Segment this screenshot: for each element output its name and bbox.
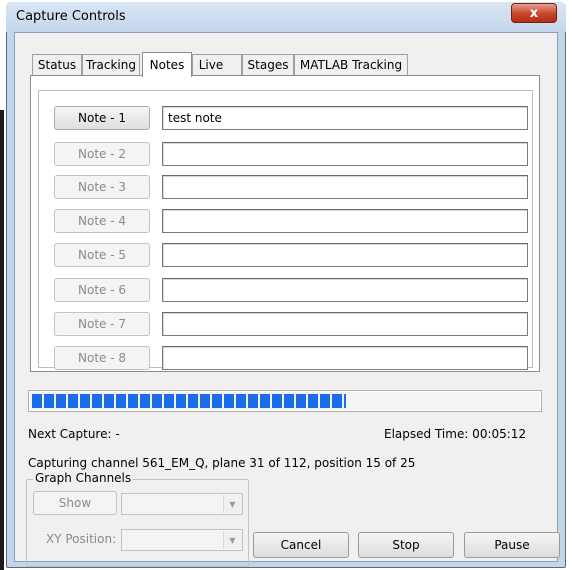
note-1-field[interactable] [162,106,528,130]
note-4-field[interactable] [162,209,528,233]
channel-select[interactable]: ▼ [121,493,243,515]
note-5-button[interactable]: Note - 5 [54,243,150,267]
window-title: Capture Controls [16,9,126,24]
tab-live[interactable]: Live [192,54,242,75]
background-window-edge [0,110,4,570]
pause-button[interactable]: Pause [464,532,560,558]
dropdown-arrow-icon: ▼ [223,495,241,513]
graph-channels-legend: Graph Channels [33,471,134,485]
close-button[interactable]: x [511,3,557,23]
dropdown-arrow-icon: ▼ [223,531,241,549]
elapsed-time-label: Elapsed Time: 00:05:12 [384,427,527,441]
note-6-button[interactable]: Note - 6 [54,278,150,302]
note-7-field[interactable] [162,312,528,336]
close-icon: x [529,5,539,21]
note-2-button[interactable]: Note - 2 [54,142,150,166]
tab-status[interactable]: Status [32,54,82,75]
note-6-field[interactable] [162,278,528,302]
tab-stages[interactable]: Stages [242,54,294,75]
xy-position-label: XY Position: [46,532,117,546]
note-4-button[interactable]: Note - 4 [54,209,150,233]
show-button[interactable]: Show [33,491,117,515]
next-capture-label: Next Capture: - [28,427,120,441]
note-8-button[interactable]: Note - 8 [54,346,150,370]
note-1-button[interactable]: Note - 1 [54,106,150,130]
tab-matlab-tracking[interactable]: MATLAB Tracking [294,54,408,75]
stop-button[interactable]: Stop [358,532,454,558]
progress-fill [32,394,346,408]
note-7-button[interactable]: Note - 7 [54,312,150,336]
note-8-field[interactable] [162,346,528,370]
note-2-field[interactable] [162,142,528,166]
xy-position-select[interactable]: ▼ [121,529,243,551]
note-3-button[interactable]: Note - 3 [54,175,150,199]
capture-progress-bar [28,390,542,412]
cancel-button[interactable]: Cancel [253,532,349,558]
tab-notes[interactable]: Notes [142,52,192,77]
tab-tracking[interactable]: Tracking [82,54,140,75]
capture-status-label: Capturing channel 561_EM_Q, plane 31 of … [28,456,416,470]
note-5-field[interactable] [162,243,528,267]
note-3-field[interactable] [162,175,528,199]
